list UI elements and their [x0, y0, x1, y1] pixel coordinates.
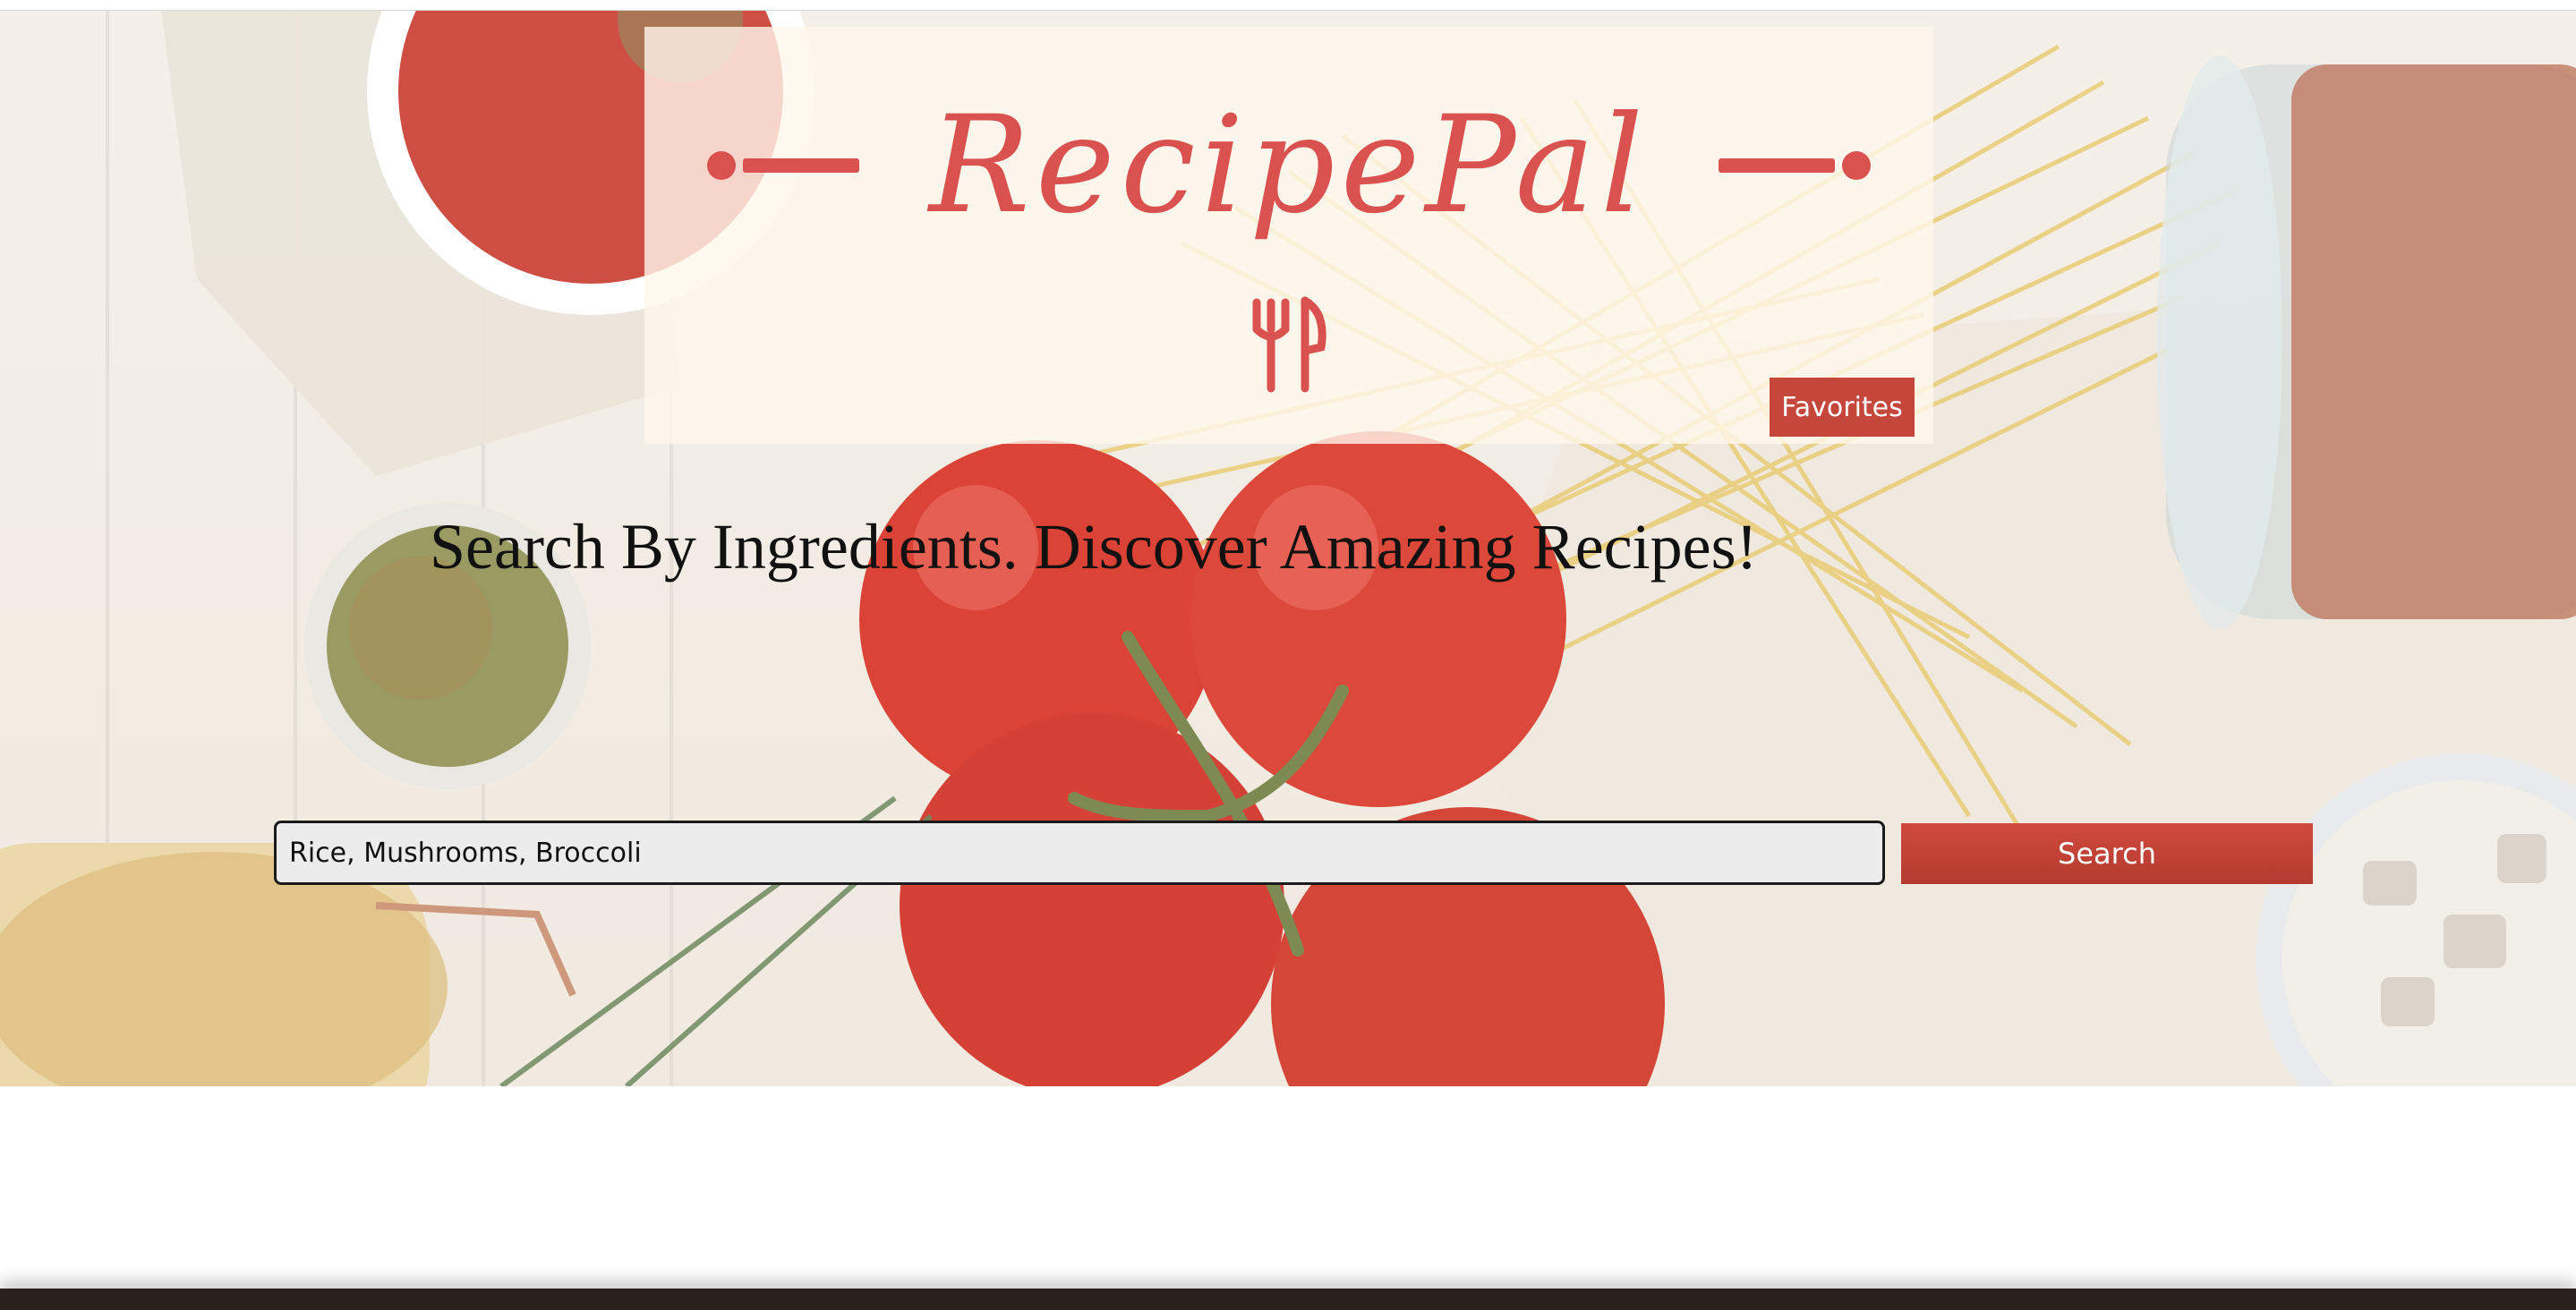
ingredients-search-input[interactable] [274, 821, 1885, 885]
page: RecipePal Favorites Search By Ingredient… [0, 0, 2576, 1310]
hero-tagline: Search By Ingredients. Discover Amazing … [430, 511, 1758, 583]
logo-left-decoration [706, 151, 866, 180]
top-border [0, 0, 2576, 11]
logo-right-decoration [1711, 151, 1872, 180]
footer-bar [0, 1289, 2576, 1310]
logo: RecipePal [644, 72, 1933, 259]
favorites-button[interactable]: Favorites [1770, 378, 1915, 437]
title-card: RecipePal Favorites [644, 27, 1933, 444]
logo-text: RecipePal [928, 88, 1650, 243]
content-area [0, 1086, 2576, 1289]
fork-and-knife-icon [1252, 296, 1326, 393]
search-button[interactable]: Search [1901, 823, 2313, 884]
